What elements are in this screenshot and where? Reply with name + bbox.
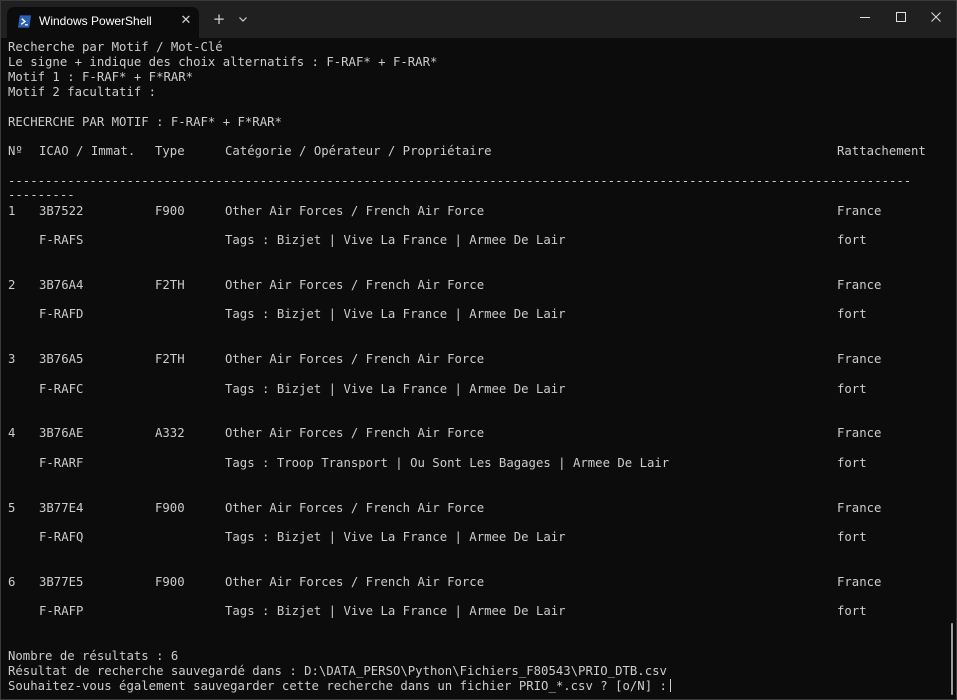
- row-no: 3: [8, 352, 16, 366]
- row-icao: 3B77E5: [39, 575, 84, 589]
- minimize-icon: [860, 17, 870, 18]
- row-type: F900: [155, 575, 185, 589]
- text-cursor: [669, 679, 671, 692]
- row-tags: Tags : Bizjet | Vive La France | Armee D…: [225, 307, 566, 321]
- row-type: F900: [155, 501, 185, 515]
- intro-line: Recherche par Motif / Mot-Clé: [8, 40, 223, 54]
- row-immat: F-RAFD: [39, 307, 84, 321]
- row-rattachement: France: [837, 204, 882, 218]
- row-type: F2TH: [155, 278, 185, 292]
- row-rattachement-2: fort: [837, 382, 867, 396]
- row-category: Other Air Forces / French Air Force: [225, 575, 485, 589]
- saved-path: Résultat de recherche sauvegardé dans : …: [8, 664, 667, 678]
- row-category: Other Air Forces / French Air Force: [225, 352, 485, 366]
- row-rattachement-2: fort: [837, 604, 867, 618]
- table-row-detail: F-RAFP Tags : Bizjet | Vive La France | …: [8, 604, 938, 619]
- row-icao: 3B7522: [39, 204, 84, 218]
- row-immat: F-RAFC: [39, 382, 84, 396]
- new-tab-button[interactable]: +: [210, 10, 228, 28]
- search-heading: RECHERCHE PAR MOTIF : F-RAF* + F*RAR*: [8, 115, 282, 129]
- table-header: Nº ICAO / Immat. Type Catégorie / Opérat…: [8, 144, 938, 159]
- tab-title: Windows PowerShell: [39, 14, 152, 28]
- terminal-window: Windows PowerShell ✕ + Recherche par Mot…: [0, 0, 957, 700]
- row-no: 5: [8, 501, 16, 515]
- row-rattachement: France: [837, 575, 882, 589]
- chevron-down-icon: [239, 17, 247, 22]
- row-tags: Tags : Troop Transport | Ou Sont Les Bag…: [225, 456, 670, 470]
- row-tags: Tags : Bizjet | Vive La France | Armee D…: [225, 382, 566, 396]
- row-rattachement: France: [837, 278, 882, 292]
- header-type: Type: [155, 144, 185, 158]
- row-type: F900: [155, 204, 185, 218]
- row-rattachement: France: [837, 352, 882, 366]
- row-icao: 3B76A5: [39, 352, 84, 366]
- scrollbar-thumb[interactable]: [951, 623, 953, 695]
- row-icao: 3B77E4: [39, 501, 84, 515]
- close-icon: [931, 12, 941, 22]
- row-immat: F-RAFS: [39, 233, 84, 247]
- row-immat: F-RARF: [39, 456, 84, 470]
- header-no: Nº: [8, 144, 23, 158]
- table-row-detail: F-RAFC Tags : Bizjet | Vive La France | …: [8, 382, 938, 397]
- row-icao: 3B76AE: [39, 426, 84, 440]
- tab-windows-powershell[interactable]: Windows PowerShell ✕: [7, 7, 199, 38]
- row-rattachement: France: [837, 426, 882, 440]
- row-rattachement-2: fort: [837, 530, 867, 544]
- row-rattachement-2: fort: [837, 456, 867, 470]
- save-prompt: Souhaitez-vous également sauvegarder cet…: [8, 679, 667, 693]
- table-row-detail: F-RARF Tags : Troop Transport | Ou Sont …: [8, 456, 938, 471]
- row-category: Other Air Forces / French Air Force: [225, 501, 485, 515]
- row-no: 6: [8, 575, 16, 589]
- row-category: Other Air Forces / French Air Force: [225, 426, 485, 440]
- intro-line: Motif 2 facultatif :: [8, 85, 157, 99]
- table-row-detail: F-RAFQ Tags : Bizjet | Vive La France | …: [8, 530, 938, 545]
- row-rattachement: France: [837, 501, 882, 515]
- tab-close-icon[interactable]: ✕: [178, 13, 194, 29]
- powershell-icon: [17, 15, 32, 28]
- separator-line: ----------------------------------------…: [8, 174, 912, 188]
- tab-dropdown-button[interactable]: [235, 10, 251, 28]
- table-row: 2 3B76A4 F2TH Other Air Forces / French …: [8, 278, 938, 293]
- header-icao: ICAO / Immat.: [39, 144, 136, 158]
- intro-line: Motif 1 : F-RAF* + F*RAR*: [8, 70, 194, 84]
- maximize-icon: [896, 12, 906, 22]
- terminal-output[interactable]: Recherche par Motif / Mot-Clé Le signe +…: [8, 38, 938, 698]
- table-row: 4 3B76AE A332 Other Air Forces / French …: [8, 426, 938, 441]
- row-immat: F-RAFQ: [39, 530, 84, 544]
- table-row: 5 3B77E4 F900 Other Air Forces / French …: [8, 501, 938, 516]
- row-no: 2: [8, 278, 16, 292]
- row-tags: Tags : Bizjet | Vive La France | Armee D…: [225, 604, 566, 618]
- table-row-detail: F-RAFD Tags : Bizjet | Vive La France | …: [8, 307, 938, 322]
- result-count: Nombre de résultats : 6: [8, 649, 179, 663]
- intro-line: Le signe + indique des choix alternatifs…: [8, 55, 438, 69]
- row-tags: Tags : Bizjet | Vive La France | Armee D…: [225, 530, 566, 544]
- row-type: F2TH: [155, 352, 185, 366]
- table-row: 6 3B77E5 F900 Other Air Forces / French …: [8, 575, 938, 590]
- separator-line: ---------: [8, 188, 75, 202]
- table-row: 3 3B76A5 F2TH Other Air Forces / French …: [8, 352, 938, 367]
- header-rattachement: Rattachement: [837, 144, 926, 158]
- row-rattachement-2: fort: [837, 307, 867, 321]
- row-rattachement-2: fort: [837, 233, 867, 247]
- save-prompt-line[interactable]: Souhaitez-vous également sauvegarder cet…: [8, 679, 671, 694]
- row-category: Other Air Forces / French Air Force: [225, 204, 485, 218]
- table-row: 1 3B7522 F900 Other Air Forces / French …: [8, 204, 938, 219]
- row-category: Other Air Forces / French Air Force: [225, 278, 485, 292]
- title-bar[interactable]: Windows PowerShell ✕ +: [1, 1, 956, 38]
- row-tags: Tags : Bizjet | Vive La France | Armee D…: [225, 233, 566, 247]
- table-row-detail: F-RAFS Tags : Bizjet | Vive La France | …: [8, 233, 938, 248]
- header-category: Catégorie / Opérateur / Propriétaire: [225, 144, 492, 158]
- row-no: 4: [8, 426, 16, 440]
- close-window-button[interactable]: [913, 1, 956, 33]
- row-type: A332: [155, 426, 185, 440]
- row-no: 1: [8, 204, 16, 218]
- row-immat: F-RAFP: [39, 604, 84, 618]
- row-icao: 3B76A4: [39, 278, 84, 292]
